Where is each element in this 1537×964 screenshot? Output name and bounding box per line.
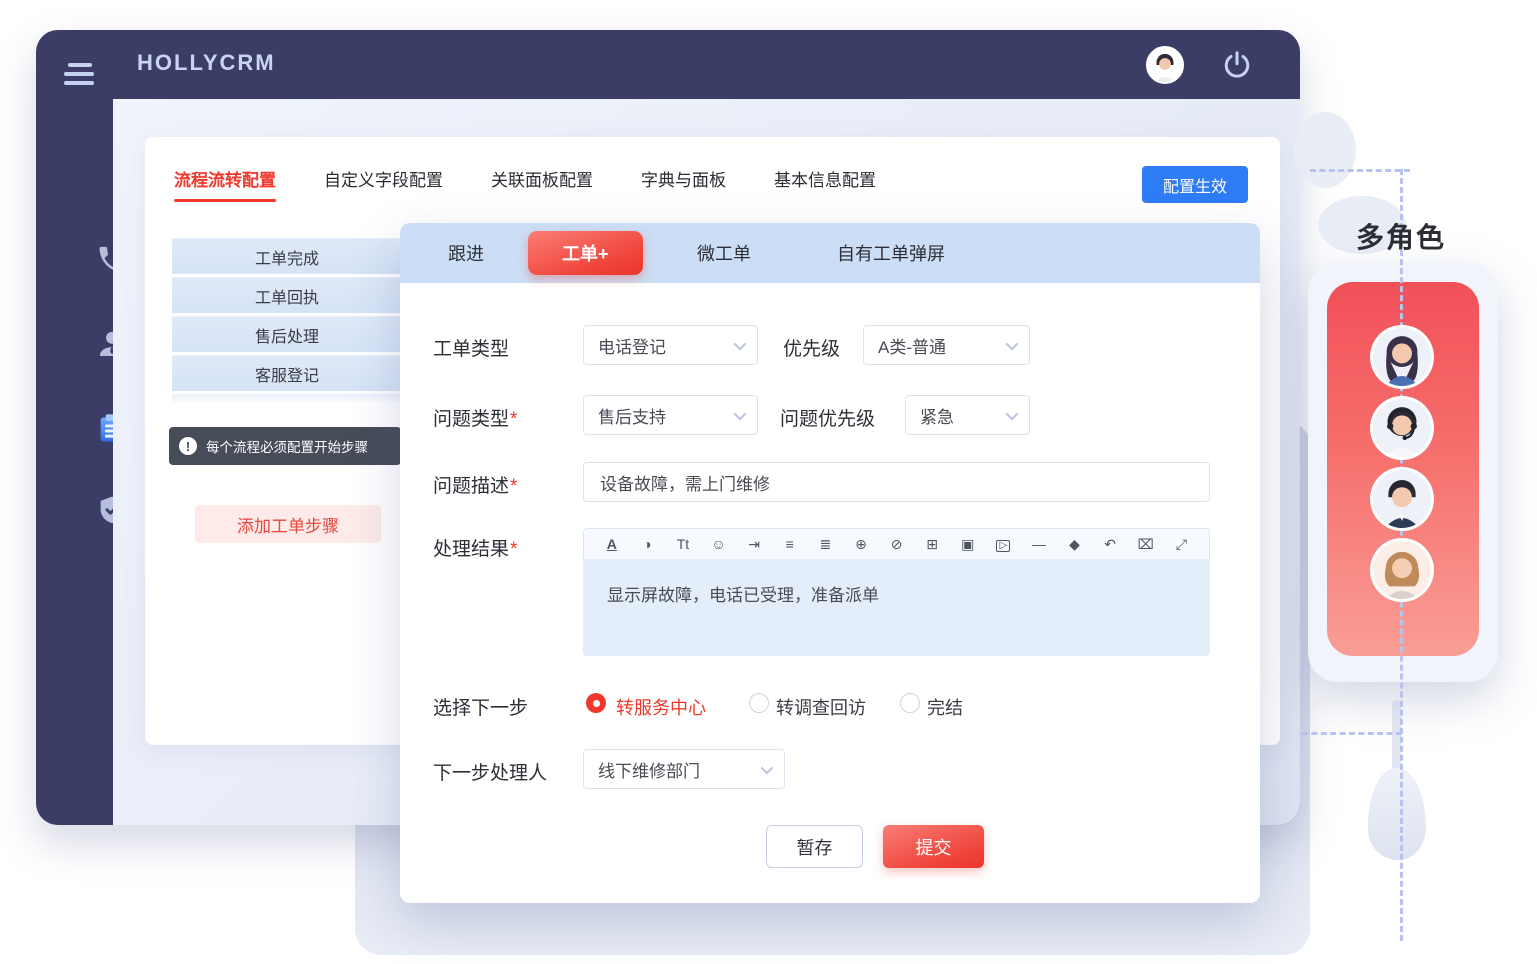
issue-priority-label: 问题优先级 bbox=[780, 404, 875, 431]
issue-type-select[interactable]: 售后支持 bbox=[583, 395, 758, 435]
user-avatar[interactable] bbox=[1146, 46, 1184, 84]
issue-type-value: 售后支持 bbox=[598, 403, 666, 428]
screen: 多角色 bbox=[0, 0, 1537, 964]
video-icon[interactable]: ▷ bbox=[986, 536, 1022, 552]
tab-linked-panel[interactable]: 关联面板配置 bbox=[491, 166, 593, 191]
chevron-down-icon bbox=[1006, 337, 1019, 350]
font-style-icon[interactable]: A bbox=[594, 537, 630, 551]
brand-logo: HOLLYCRM bbox=[137, 50, 276, 76]
list-icon[interactable]: ≣ bbox=[808, 537, 844, 551]
next-step-label: 选择下一步 bbox=[433, 693, 528, 720]
workflow-step-register[interactable]: 客服登记 bbox=[172, 355, 402, 391]
radio-complete[interactable] bbox=[900, 693, 920, 713]
avatar-face bbox=[1373, 541, 1431, 599]
avatar-agent-4[interactable] bbox=[1370, 538, 1434, 602]
add-link-icon[interactable]: ⊕ bbox=[843, 537, 879, 551]
delete-icon[interactable]: ⌧ bbox=[1128, 537, 1164, 551]
remove-link-icon[interactable]: ⊘ bbox=[879, 537, 915, 551]
notice-text: 每个流程必须配置开始步骤 bbox=[206, 436, 368, 456]
emoji-icon[interactable]: ☺ bbox=[701, 537, 737, 551]
font-size-icon[interactable]: Tt bbox=[665, 537, 701, 551]
radio-service-center-label[interactable]: 转服务中心 bbox=[616, 694, 706, 720]
avatar-agent-3[interactable] bbox=[1370, 467, 1434, 531]
modal-tab-workorder[interactable]: 工单+ bbox=[528, 231, 643, 275]
avatar-face bbox=[1373, 470, 1431, 528]
dashed-line-top bbox=[1310, 169, 1410, 172]
radio-service-center[interactable] bbox=[586, 693, 606, 713]
avatar-agent-1[interactable] bbox=[1370, 325, 1434, 389]
avatar-face bbox=[1373, 328, 1431, 386]
dashed-line-bottom bbox=[1302, 732, 1402, 735]
avatar-face bbox=[1148, 48, 1182, 82]
workflow-step-receipt[interactable]: 工单回执 bbox=[172, 277, 402, 313]
workorder-modal: 跟进 工单+ 微工单 自有工单弹屏 工单类型 电话登记 优先级 A类-普通 问题… bbox=[400, 223, 1260, 903]
tab-process-flow[interactable]: 流程流转配置 bbox=[174, 166, 276, 191]
list-fade bbox=[172, 394, 402, 404]
chevron-down-icon bbox=[1006, 407, 1019, 420]
roles-caption: 多角色 bbox=[1356, 216, 1446, 256]
config-tabs: 流程流转配置 自定义字段配置 关联面板配置 字典与面板 基本信息配置 bbox=[174, 163, 924, 193]
modal-tabbar: 跟进 工单+ 微工单 自有工单弹屏 bbox=[400, 223, 1260, 283]
priority-select[interactable]: A类-普通 bbox=[863, 325, 1030, 365]
chevron-down-icon bbox=[734, 407, 747, 420]
modal-tab-followup[interactable]: 跟进 bbox=[448, 223, 484, 283]
exclamation-icon: ! bbox=[179, 437, 197, 455]
decor-blob bbox=[1294, 112, 1356, 188]
required-mark: * bbox=[510, 409, 517, 430]
ticket-type-select[interactable]: 电话登记 bbox=[583, 325, 758, 365]
modal-tab-popup[interactable]: 自有工单弹屏 bbox=[837, 223, 945, 283]
required-mark: * bbox=[510, 476, 517, 497]
save-draft-button[interactable]: 暂存 bbox=[766, 825, 863, 868]
menu-hamburger-icon[interactable] bbox=[64, 63, 94, 87]
next-handler-select[interactable]: 线下维修部门 bbox=[583, 749, 785, 789]
add-step-button[interactable]: 添加工单步骤 bbox=[195, 505, 381, 543]
tab-basic-info[interactable]: 基本信息配置 bbox=[774, 166, 876, 191]
modal-tab-microorder[interactable]: 微工单 bbox=[697, 223, 751, 283]
divider-icon[interactable]: — bbox=[1021, 537, 1057, 551]
undo-icon[interactable]: ↶ bbox=[1092, 537, 1128, 551]
result-label: 处理结果* bbox=[433, 534, 517, 561]
fullscreen-icon[interactable]: ⤢ bbox=[1164, 537, 1200, 551]
avatar-agent-2[interactable] bbox=[1370, 396, 1434, 460]
required-mark: * bbox=[510, 539, 517, 560]
editor-content[interactable]: 显示屏故障，电话已受理，准备派单 bbox=[583, 559, 1210, 656]
submit-button[interactable]: 提交 bbox=[883, 825, 984, 868]
next-handler-value: 线下维修部门 bbox=[598, 757, 700, 782]
chevron-down-icon bbox=[761, 761, 774, 774]
table-icon[interactable]: ⊞ bbox=[914, 537, 950, 551]
avatar-face bbox=[1373, 399, 1431, 457]
workflow-step-finish[interactable]: 工单完成 bbox=[172, 238, 402, 274]
eraser-icon[interactable]: ◆ bbox=[1057, 537, 1093, 551]
chevron-down-icon bbox=[734, 337, 747, 350]
issue-type-label: 问题类型* bbox=[433, 404, 517, 431]
radio-survey-callback-label[interactable]: 转调查回访 bbox=[776, 694, 866, 720]
tab-dictionary-panel[interactable]: 字典与面板 bbox=[641, 166, 726, 191]
align-icon[interactable]: ≡ bbox=[772, 537, 808, 551]
ticket-type-label: 工单类型 bbox=[433, 334, 509, 361]
notice-tooltip: ! 每个流程必须配置开始步骤 bbox=[169, 427, 401, 465]
image-icon[interactable]: ▣ bbox=[950, 537, 986, 551]
priority-value: A类-普通 bbox=[878, 333, 946, 358]
apply-config-button[interactable]: 配置生效 bbox=[1142, 166, 1248, 203]
next-handler-label: 下一步处理人 bbox=[433, 758, 547, 785]
radio-survey-callback[interactable] bbox=[749, 693, 769, 713]
indent-icon[interactable]: ⇥ bbox=[736, 537, 772, 551]
ticket-type-value: 电话登记 bbox=[598, 333, 666, 358]
priority-label: 优先级 bbox=[783, 334, 840, 361]
workflow-step-list: 工单完成 工单回执 售后处理 客服登记 bbox=[172, 238, 402, 394]
issue-desc-label: 问题描述* bbox=[433, 471, 517, 498]
editor-toolbar: A ◑ Tt ☺ ⇥ ≡ ≣ ⊕ ⊘ ⊞ ▣ ▷ — ◆ ↶ ⌧ ⤢ bbox=[583, 528, 1210, 559]
issue-priority-value: 紧急 bbox=[920, 403, 954, 428]
radio-complete-label[interactable]: 完结 bbox=[927, 694, 963, 720]
palette-icon[interactable]: ◑ bbox=[630, 537, 666, 551]
workflow-step-aftersale[interactable]: 售后处理 bbox=[172, 316, 402, 352]
decor-droplet bbox=[1368, 768, 1426, 860]
issue-priority-select[interactable]: 紧急 bbox=[905, 395, 1030, 435]
tab-custom-fields[interactable]: 自定义字段配置 bbox=[324, 166, 443, 191]
logout-power-icon[interactable] bbox=[1222, 50, 1252, 80]
issue-desc-input[interactable] bbox=[583, 462, 1210, 502]
